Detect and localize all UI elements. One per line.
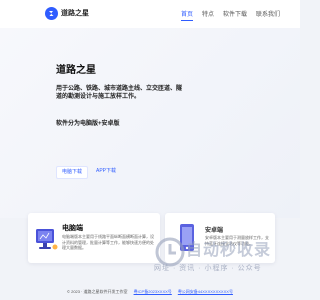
hero-title: 道路之星 bbox=[56, 65, 96, 76]
pc-version-card: 电脑端 电脑端版本主要用于线路平面纵断面横断面计算，设计资料的管理，批量计算等工… bbox=[28, 213, 160, 263]
nav-item-contact[interactable]: 联系我们 bbox=[256, 9, 280, 21]
footer-copyright: © 2023 · 道路之星软件开发工作室 bbox=[67, 288, 128, 294]
nav-item-features[interactable]: 特点 bbox=[202, 9, 214, 21]
pc-download-button[interactable]: 电脑下载 bbox=[56, 166, 88, 179]
nav-item-download[interactable]: 软件下载 bbox=[223, 9, 247, 21]
pc-card-title: 电脑端 bbox=[62, 225, 83, 232]
hero-description: 用于公路、铁路、城市道路主线、立交匝道、隧道的勘测设计与施工放样工作。 bbox=[56, 86, 183, 100]
top-header: 道路之星 首页 特点 软件下载 联系我们 bbox=[0, 0, 300, 29]
page-footer: © 2023 · 道路之星软件开发工作室 粤ICP备2023XXXX号 粤公网安… bbox=[0, 283, 300, 300]
footer-police-link[interactable]: 粤公网安备44XXXXXXXXXX号 bbox=[178, 289, 233, 295]
main-nav: 首页 特点 软件下载 联系我们 bbox=[181, 9, 280, 21]
hero-section bbox=[0, 28, 300, 218]
nav-item-home[interactable]: 首页 bbox=[181, 9, 194, 21]
pc-card-text: 电脑端版本主要用于线路平面纵断面横断面计算，设计资料的管理，批量计算等工作，能够… bbox=[62, 234, 154, 250]
watermark-subtext: 网址 · 资讯 · 小程序 · 公众号 bbox=[154, 265, 262, 272]
watermark-text: 自动秒收录 bbox=[186, 242, 272, 259]
footer-icp-link[interactable]: 粤ICP备2023XXXX号 bbox=[134, 289, 172, 295]
mobile-card-title: 安卓端 bbox=[205, 228, 224, 234]
app-download-button[interactable]: APP下载 bbox=[92, 166, 120, 177]
brand-name[interactable]: 道路之星 bbox=[61, 8, 89, 18]
computer-icon bbox=[36, 229, 58, 250]
hero-subtitle: 软件分为电脑版+安卓版 bbox=[56, 121, 120, 127]
logo-icon[interactable] bbox=[45, 7, 58, 20]
